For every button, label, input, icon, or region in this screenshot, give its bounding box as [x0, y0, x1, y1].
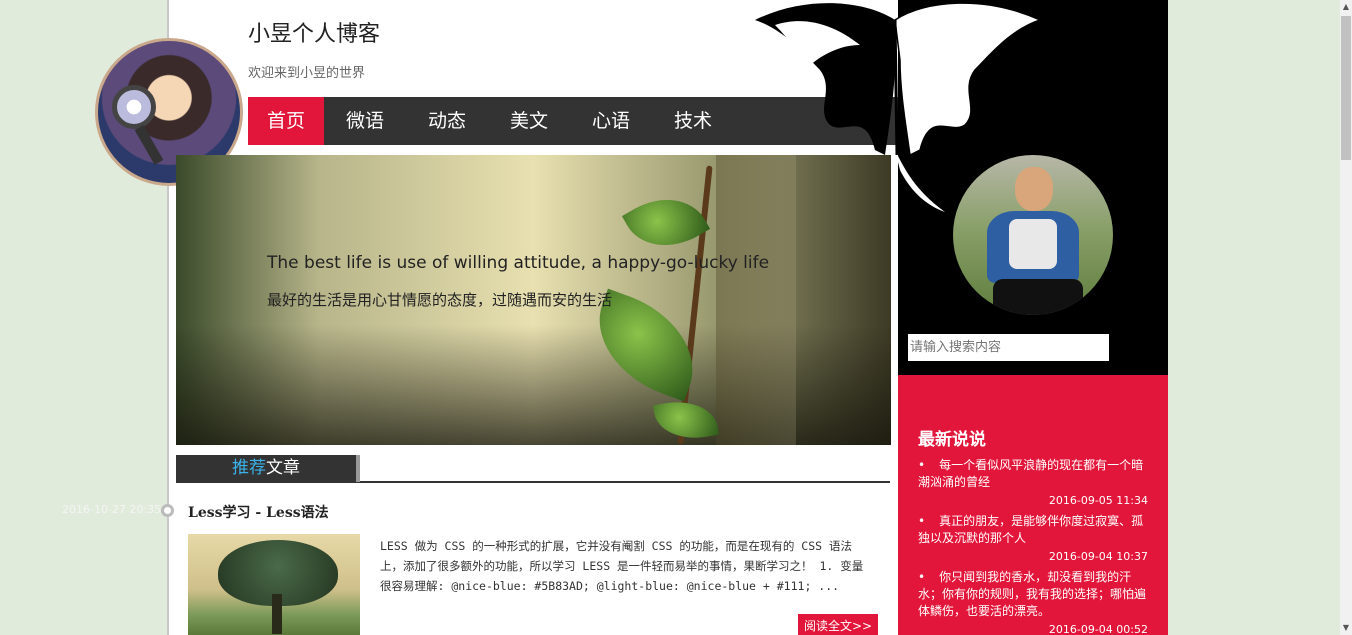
- news-item[interactable]: 真正的朋友，是能够伴你度过寂寞、孤独以及沉默的那个人 2016-09-04 10…: [918, 513, 1148, 565]
- section-tab: 推荐文章: [176, 455, 356, 482]
- banner-quote-en: The best life is use of willing attitude…: [267, 253, 770, 273]
- scrollbar-thumb[interactable]: [1341, 16, 1351, 160]
- nav-item-weiyu[interactable]: 微语: [324, 97, 406, 145]
- nav-item-home[interactable]: 首页: [248, 97, 324, 145]
- hero-banner: The best life is use of willing attitude…: [176, 155, 891, 445]
- banner-quote-zh: 最好的生活是用心甘情愿的态度，过随遇而安的生活: [267, 291, 613, 309]
- scroll-up-icon[interactable]: ▲: [1340, 0, 1352, 14]
- nav-item-xinyu[interactable]: 心语: [570, 97, 652, 145]
- news-text: 你只闻到我的香水，却没看到我的汗水；你有你的规则，我有我的选择；哪怕遍体鳞伤，也…: [918, 569, 1148, 620]
- news-time: 2016-09-05 11:34: [1048, 494, 1148, 507]
- nav-item-dongtai[interactable]: 动态: [406, 97, 488, 145]
- news-list: 每一个看似风平浪静的现在都有一个暗潮汹涌的曾经 2016-09-05 11:34…: [918, 457, 1148, 635]
- section-title-rest: 文章: [266, 458, 300, 478]
- article-summary: LESS 做为 CSS 的一种形式的扩展，它并没有阉割 CSS 的功能，而是在现…: [380, 539, 864, 593]
- article-title[interactable]: Less学习 - Less语法: [188, 502, 329, 522]
- news-text: 真正的朋友，是能够伴你度过寂寞、孤独以及沉默的那个人: [918, 513, 1148, 547]
- scroll-down-icon[interactable]: ▼: [1340, 621, 1352, 635]
- news-time: 2016-09-04 00:52: [1048, 623, 1148, 635]
- nav-item-jishu[interactable]: 技术: [652, 97, 734, 145]
- news-title: 最新说说: [918, 430, 986, 450]
- news-item[interactable]: 你只闻到我的香水，却没看到我的汗水；你有你的规则，我有我的选择；哪怕遍体鳞伤，也…: [918, 569, 1148, 635]
- timeline-dot-icon: [161, 504, 174, 517]
- article-date: 2016-10-27 20:35: [62, 503, 162, 516]
- news-time: 2016-09-04 10:37: [1048, 550, 1148, 563]
- search-input[interactable]: [908, 334, 1109, 361]
- article-thumbnail[interactable]: [188, 534, 360, 635]
- author-avatar[interactable]: [953, 155, 1113, 315]
- site-title[interactable]: 小昱个人博客: [248, 16, 380, 48]
- section-header: 推荐文章: [176, 455, 890, 483]
- leaf-shape: [652, 395, 720, 445]
- site-subtitle: 欢迎来到小昱的世界: [248, 66, 366, 81]
- magnifier-icon: [112, 85, 156, 129]
- news-text: 每一个看似风平浪静的现在都有一个暗潮汹涌的曾经: [918, 457, 1148, 491]
- section-title-highlight: 推荐: [232, 458, 266, 478]
- news-item[interactable]: 每一个看似风平浪静的现在都有一个暗潮汹涌的曾经 2016-09-05 11:34: [918, 457, 1148, 509]
- read-more-button[interactable]: 阅读全文>>: [798, 614, 878, 635]
- nav-item-meiwen[interactable]: 美文: [488, 97, 570, 145]
- sidebar-news-panel: 最新说说 每一个看似风平浪静的现在都有一个暗潮汹涌的曾经 2016-09-05 …: [898, 375, 1168, 635]
